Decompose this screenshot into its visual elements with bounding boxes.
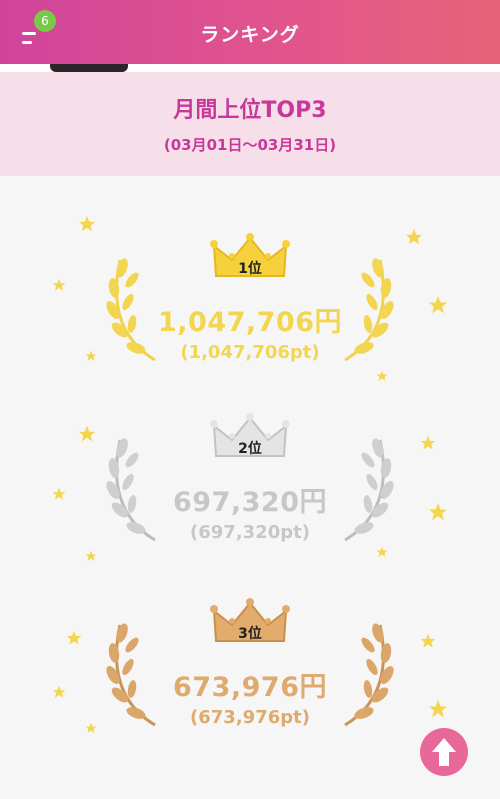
- star-icon: [66, 630, 82, 645]
- star-icon: [52, 685, 66, 698]
- period-range: (03月01日〜03月31日): [163, 136, 337, 154]
- header-image-strip: [0, 64, 500, 72]
- star-icon: [420, 633, 436, 648]
- rank-label: 1位: [238, 261, 262, 277]
- rank-label: 2位: [238, 441, 262, 457]
- star-icon: [420, 435, 436, 450]
- rank-points: (1,047,706pt): [180, 342, 320, 363]
- star-icon: [428, 295, 448, 314]
- rank-amount: 1,047,706円: [157, 307, 343, 338]
- rank-card-1: 1位 1,047,706円 (1,047,706pt): [0, 210, 500, 390]
- rank-amount: 697,320円: [173, 487, 327, 518]
- star-icon: [428, 502, 448, 521]
- period-banner: 月間上位TOP3 (03月01日〜03月31日): [0, 72, 500, 176]
- star-icon: [52, 487, 66, 500]
- star-icon: [85, 350, 97, 361]
- star-icon: [52, 278, 66, 291]
- star-icon: [85, 550, 97, 561]
- star-icon: [376, 370, 388, 381]
- rank-amount: 673,976円: [173, 672, 327, 703]
- star-icon: [85, 722, 97, 733]
- rank-label: 3位: [238, 626, 262, 642]
- rank-points: (697,320pt): [190, 522, 310, 543]
- star-icon: [78, 425, 96, 442]
- star-icon: [428, 699, 448, 718]
- period-title: 月間上位TOP3: [173, 98, 327, 123]
- star-icon: [405, 228, 423, 245]
- rank-points: (673,976pt): [190, 707, 310, 728]
- scroll-top-button[interactable]: [420, 728, 468, 776]
- page-title: ランキング: [200, 24, 300, 46]
- profile-photo-edge: [50, 64, 128, 72]
- star-icon: [78, 215, 96, 232]
- ranking-page: 6 ランキング 月間上位TOP3 (03月01日〜03月31日) 1位 1,04…: [0, 0, 500, 799]
- rank-card-2: 2位 697,320円 (697,320pt): [0, 390, 500, 570]
- app-header: 6 ランキング: [0, 0, 500, 64]
- arrow-up-icon: [432, 738, 456, 766]
